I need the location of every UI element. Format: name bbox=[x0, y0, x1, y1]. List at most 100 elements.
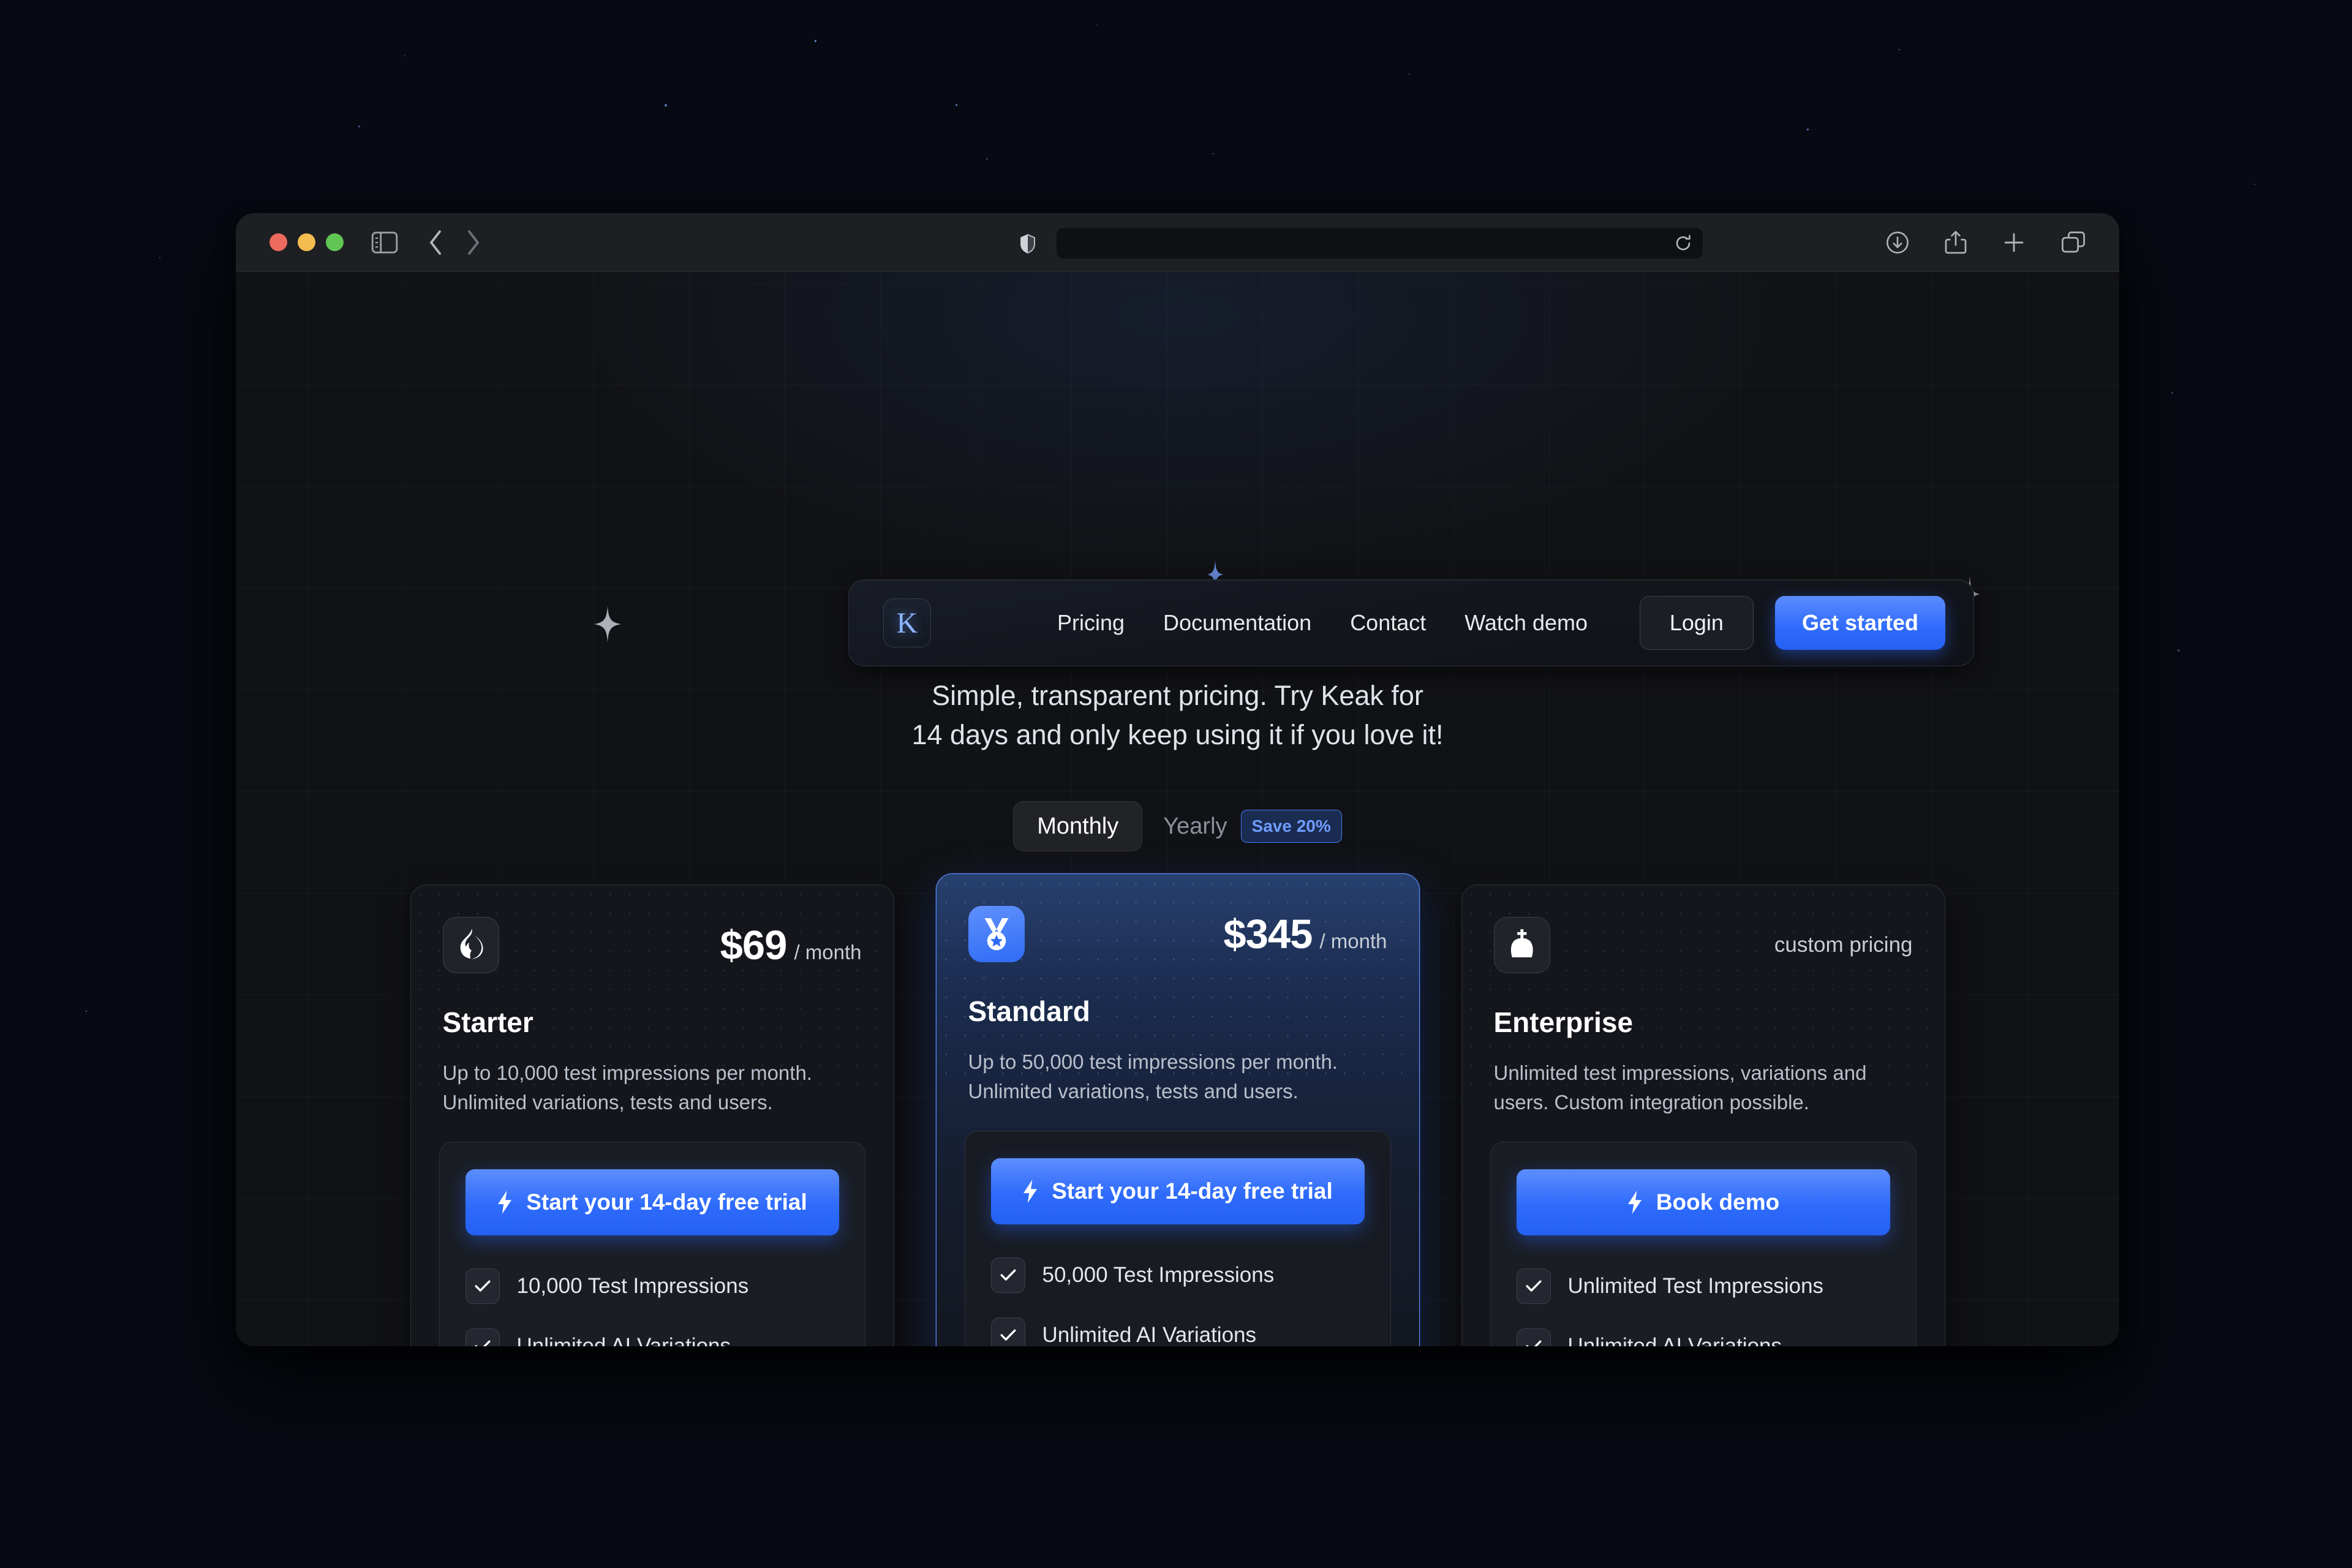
plan-description: Unlimited test impressions, variations a… bbox=[1462, 1058, 1945, 1117]
pricing-cards: $69 / month Starter Up to 10,000 test im… bbox=[236, 884, 2119, 1346]
page-title: Simple, transparent pricing. Try Keak fo… bbox=[236, 676, 2119, 755]
nav-link-pricing[interactable]: Pricing bbox=[1057, 610, 1125, 636]
billing-monthly-tab[interactable]: Monthly bbox=[1013, 801, 1142, 851]
check-icon bbox=[1517, 1268, 1551, 1304]
site-navbar: K Pricing Documentation Contact Watch de… bbox=[848, 579, 1974, 666]
start-trial-button-standard[interactable]: Start your 14-day free trial bbox=[991, 1158, 1365, 1224]
cta-label: Book demo bbox=[1656, 1189, 1779, 1215]
save-badge: Save 20% bbox=[1241, 810, 1342, 843]
plan-name: Standard bbox=[937, 995, 1419, 1028]
check-icon bbox=[466, 1268, 500, 1304]
feature-item: Unlimited AI Variations bbox=[991, 1305, 1365, 1346]
feature-list: Unlimited Test Impressions Unlimited AI … bbox=[1517, 1256, 1890, 1346]
plan-desc-line-1: Unlimited test impressions, variations a… bbox=[1494, 1058, 1913, 1088]
check-icon bbox=[991, 1317, 1025, 1346]
check-icon bbox=[1517, 1329, 1551, 1346]
medal-icon bbox=[968, 906, 1025, 962]
cta-label: Start your 14-day free trial bbox=[526, 1189, 807, 1215]
price-period: / month bbox=[1319, 930, 1387, 953]
nav-actions: Login Get started bbox=[1640, 596, 1945, 650]
download-icon[interactable] bbox=[1886, 231, 1909, 254]
billing-period-toggle: Monthly Yearly Save 20% bbox=[236, 801, 2119, 851]
plan-desc-line-2: Unlimited variations, tests and users. bbox=[443, 1088, 862, 1117]
browser-toolbar bbox=[236, 213, 2119, 272]
plan-desc-line-2: Unlimited variations, tests and users. bbox=[968, 1077, 1387, 1106]
plan-desc-line-2: users. Custom integration possible. bbox=[1494, 1088, 1913, 1117]
plan-desc-line-1: Up to 10,000 test impressions per month. bbox=[443, 1058, 862, 1088]
flame-icon bbox=[443, 917, 499, 973]
login-button[interactable]: Login bbox=[1640, 596, 1754, 650]
share-icon[interactable] bbox=[1945, 230, 1967, 255]
price-amount: $69 bbox=[720, 922, 787, 969]
card-inner-panel: Start your 14-day free trial 50,000 Test… bbox=[965, 1131, 1391, 1346]
pricing-card-standard: $345 / month Standard Up to 50,000 test … bbox=[936, 873, 1420, 1346]
chevron-right-icon[interactable] bbox=[464, 229, 481, 256]
plan-desc-line-1: Up to 50,000 test impressions per month. bbox=[968, 1047, 1387, 1077]
plan-price: custom pricing bbox=[1774, 933, 1913, 957]
feature-list: 10,000 Test Impressions Unlimited AI Var… bbox=[466, 1256, 839, 1346]
feature-item: 50,000 Test Impressions bbox=[991, 1245, 1365, 1305]
feature-item: 10,000 Test Impressions bbox=[466, 1256, 839, 1316]
check-icon bbox=[991, 1257, 1025, 1293]
pricing-card-enterprise: custom pricing Enterprise Unlimited test… bbox=[1461, 884, 1945, 1346]
address-bar-area bbox=[1057, 228, 1703, 258]
feature-item: Unlimited AI Variations bbox=[466, 1316, 839, 1346]
start-trial-button-starter[interactable]: Start your 14-day free trial bbox=[466, 1169, 839, 1235]
toolbar-right-icons bbox=[1886, 213, 2086, 272]
new-tab-icon[interactable] bbox=[2002, 231, 2026, 254]
price-amount: $345 bbox=[1223, 911, 1312, 958]
feature-label: Unlimited AI Variations bbox=[1568, 1334, 1782, 1346]
tab-overview-icon[interactable] bbox=[2061, 231, 2086, 254]
page-viewport: K Pricing Documentation Contact Watch de… bbox=[236, 272, 2119, 1346]
plan-price: $345 / month bbox=[1223, 911, 1387, 958]
feature-item: Unlimited AI Variations bbox=[1517, 1316, 1890, 1346]
browser-window: K Pricing Documentation Contact Watch de… bbox=[236, 213, 2119, 1346]
headline-line-2: 14 days and only keep using it if you lo… bbox=[236, 715, 2119, 755]
window-controls bbox=[270, 233, 344, 251]
shield-icon[interactable] bbox=[1020, 234, 1036, 254]
nav-link-watch-demo[interactable]: Watch demo bbox=[1464, 610, 1588, 636]
headline-line-1: Simple, transparent pricing. Try Keak fo… bbox=[236, 676, 2119, 715]
plan-description: Up to 50,000 test impressions per month.… bbox=[937, 1047, 1419, 1106]
get-started-button[interactable]: Get started bbox=[1775, 596, 1945, 650]
nav-link-documentation[interactable]: Documentation bbox=[1163, 610, 1311, 636]
billing-yearly-tab[interactable]: Yearly bbox=[1163, 813, 1227, 840]
bolt-icon bbox=[1627, 1191, 1643, 1214]
sidebar-icon[interactable] bbox=[371, 232, 398, 254]
bolt-icon bbox=[1022, 1180, 1038, 1203]
check-icon bbox=[466, 1329, 500, 1346]
feature-label: Unlimited AI Variations bbox=[1042, 1323, 1257, 1346]
close-window-button[interactable] bbox=[270, 233, 287, 251]
card-header: $345 / month bbox=[937, 874, 1419, 962]
bolt-icon bbox=[497, 1191, 513, 1214]
feature-item: Unlimited Test Impressions bbox=[1517, 1256, 1890, 1316]
feature-label: 50,000 Test Impressions bbox=[1042, 1263, 1275, 1287]
plan-description: Up to 10,000 test impressions per month.… bbox=[411, 1058, 894, 1117]
card-header: $69 / month bbox=[411, 885, 894, 973]
feature-label: Unlimited Test Impressions bbox=[1568, 1274, 1824, 1298]
plan-name: Enterprise bbox=[1462, 1006, 1945, 1039]
nav-link-contact[interactable]: Contact bbox=[1350, 610, 1426, 636]
address-input[interactable] bbox=[1057, 228, 1703, 258]
chevron-left-icon[interactable] bbox=[428, 229, 445, 256]
nav-links: Pricing Documentation Contact Watch demo bbox=[1057, 610, 1588, 636]
feature-list: 50,000 Test Impressions Unlimited AI Var… bbox=[991, 1245, 1365, 1346]
book-demo-button[interactable]: Book demo bbox=[1517, 1169, 1890, 1235]
card-header: custom pricing bbox=[1462, 885, 1945, 973]
card-inner-panel: Start your 14-day free trial 10,000 Test… bbox=[439, 1142, 865, 1346]
feature-label: 10,000 Test Impressions bbox=[517, 1274, 749, 1298]
price-custom: custom pricing bbox=[1774, 933, 1913, 957]
feature-label: Unlimited AI Variations bbox=[517, 1334, 731, 1346]
maximize-window-button[interactable] bbox=[326, 233, 344, 251]
minimize-window-button[interactable] bbox=[298, 233, 315, 251]
sparkle-icon-left bbox=[594, 606, 621, 643]
keak-logo[interactable]: K bbox=[883, 598, 931, 647]
reload-icon[interactable] bbox=[1675, 235, 1692, 252]
plan-name: Starter bbox=[411, 1006, 894, 1039]
crown-icon bbox=[1494, 917, 1550, 973]
plan-price: $69 / month bbox=[720, 922, 862, 969]
card-inner-panel: Book demo Unlimited Test Impressions Unl… bbox=[1490, 1142, 1917, 1346]
pricing-card-starter: $69 / month Starter Up to 10,000 test im… bbox=[410, 884, 894, 1346]
price-period: / month bbox=[794, 941, 861, 964]
cta-label: Start your 14-day free trial bbox=[1052, 1178, 1333, 1204]
